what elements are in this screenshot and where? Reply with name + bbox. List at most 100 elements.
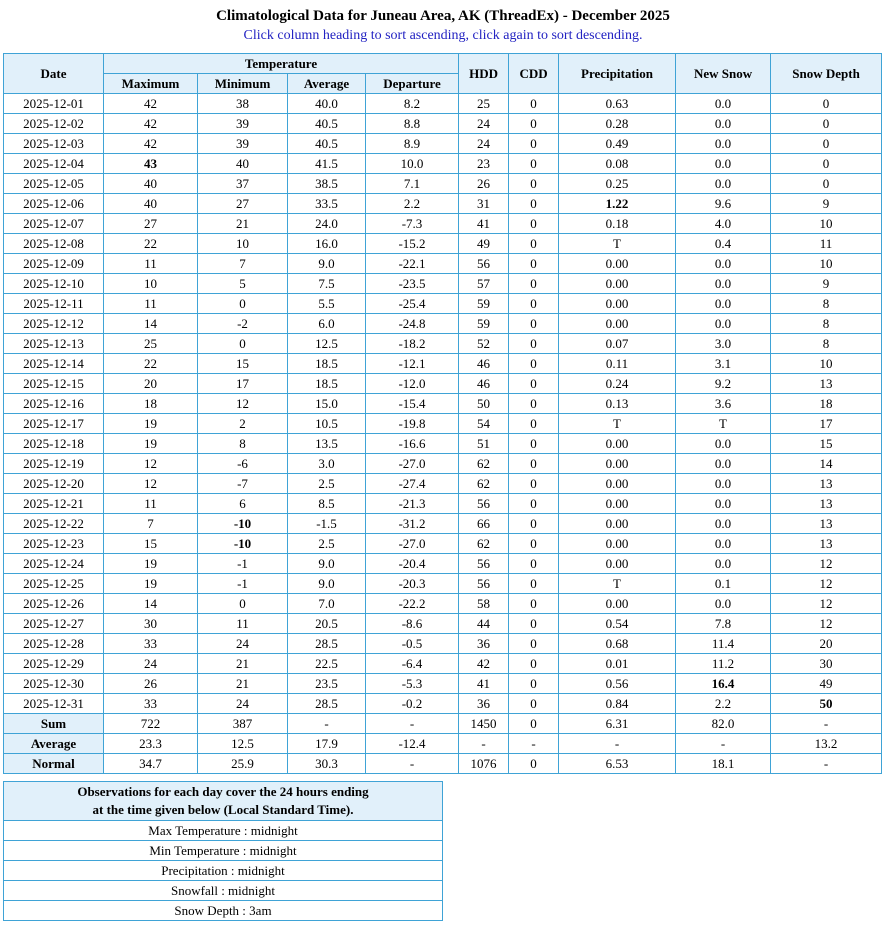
value-cell: 0: [509, 374, 559, 394]
value-cell: -12.4: [366, 734, 459, 754]
value-cell: 7.8: [676, 614, 771, 634]
col-header-new-snow[interactable]: New Snow: [676, 54, 771, 94]
value-cell: 38.5: [288, 174, 366, 194]
value-cell: 46: [459, 374, 509, 394]
table-row: 2025-12-211168.5-21.35600.000.013: [4, 494, 882, 514]
value-cell: 0.11: [559, 354, 676, 374]
value-cell: 0.49: [559, 134, 676, 154]
value-cell: 7.0: [288, 594, 366, 614]
value-cell: 10: [104, 274, 198, 294]
value-cell: 8.9: [366, 134, 459, 154]
value-cell: 0: [509, 454, 559, 474]
col-header-departure[interactable]: Departure: [366, 74, 459, 94]
value-cell: 27: [198, 194, 288, 214]
date-cell: 2025-12-13: [4, 334, 104, 354]
value-cell: 39: [198, 134, 288, 154]
col-header-minimum[interactable]: Minimum: [198, 74, 288, 94]
date-cell: 2025-12-30: [4, 674, 104, 694]
date-cell: 2025-12-09: [4, 254, 104, 274]
value-cell: 8.8: [366, 114, 459, 134]
value-cell: T: [559, 414, 676, 434]
value-cell: 9.0: [288, 554, 366, 574]
value-cell: 13.2: [771, 734, 882, 754]
table-row: 2025-12-1912-63.0-27.06200.000.014: [4, 454, 882, 474]
value-cell: 3.0: [676, 334, 771, 354]
value-cell: 82.0: [676, 714, 771, 734]
table-row: 2025-12-27301120.5-8.64400.547.812: [4, 614, 882, 634]
value-cell: 18.1: [676, 754, 771, 774]
value-cell: -1.5: [288, 514, 366, 534]
date-cell: 2025-12-20: [4, 474, 104, 494]
value-cell: 33: [104, 634, 198, 654]
value-cell: 0: [509, 714, 559, 734]
value-cell: -12.1: [366, 354, 459, 374]
value-cell: 42: [104, 134, 198, 154]
table-row: 2025-12-14221518.5-12.14600.113.110: [4, 354, 882, 374]
value-cell: 0: [509, 614, 559, 634]
value-cell: 0.0: [676, 594, 771, 614]
value-cell: 11.4: [676, 634, 771, 654]
value-cell: 15: [198, 354, 288, 374]
table-row: 2025-12-2315-102.5-27.06200.000.013: [4, 534, 882, 554]
value-cell: 0: [509, 634, 559, 654]
value-cell: 0.00: [559, 514, 676, 534]
value-cell: 0.84: [559, 694, 676, 714]
col-header-average[interactable]: Average: [288, 74, 366, 94]
value-cell: 31: [459, 194, 509, 214]
value-cell: 0.0: [676, 454, 771, 474]
value-cell: 0.0: [676, 94, 771, 114]
value-cell: 0.00: [559, 454, 676, 474]
value-cell: 0.56: [559, 674, 676, 694]
value-cell: 0.0: [676, 274, 771, 294]
value-cell: 0: [509, 694, 559, 714]
col-header-precipitation[interactable]: Precipitation: [559, 54, 676, 94]
value-cell: 21: [198, 674, 288, 694]
value-cell: 0.0: [676, 174, 771, 194]
col-header-date[interactable]: Date: [4, 54, 104, 94]
col-header-maximum[interactable]: Maximum: [104, 74, 198, 94]
col-header-cdd[interactable]: CDD: [509, 54, 559, 94]
value-cell: 58: [459, 594, 509, 614]
value-cell: 0: [509, 314, 559, 334]
date-cell: 2025-12-22: [4, 514, 104, 534]
value-cell: 40.5: [288, 134, 366, 154]
col-header-hdd[interactable]: HDD: [459, 54, 509, 94]
value-cell: -24.8: [366, 314, 459, 334]
value-cell: 17: [771, 414, 882, 434]
value-cell: 9: [771, 194, 882, 214]
observation-row: Min Temperature : midnight: [4, 841, 443, 861]
table-row: 2025-12-091179.0-22.15600.000.010: [4, 254, 882, 274]
observation-row: Snowfall : midnight: [4, 881, 443, 901]
observations-table-body: Max Temperature : midnightMin Temperatur…: [4, 821, 443, 921]
value-cell: -7.3: [366, 214, 459, 234]
value-cell: 0.0: [676, 134, 771, 154]
table-row: 2025-12-2012-72.5-27.46200.000.013: [4, 474, 882, 494]
value-cell: 10.0: [366, 154, 459, 174]
value-cell: 8.5: [288, 494, 366, 514]
value-cell: 22: [104, 354, 198, 374]
value-cell: 7: [198, 254, 288, 274]
value-cell: 6: [198, 494, 288, 514]
value-cell: 23: [459, 154, 509, 174]
value-cell: 0.0: [676, 434, 771, 454]
value-cell: 25: [104, 334, 198, 354]
value-cell: 0.00: [559, 474, 676, 494]
summary-row: Sum722387--145006.3182.0-: [4, 714, 882, 734]
observation-time-cell: Snow Depth : 3am: [4, 901, 443, 921]
value-cell: 0.00: [559, 554, 676, 574]
value-cell: 33.5: [288, 194, 366, 214]
value-cell: 24: [459, 114, 509, 134]
page-title: Climatological Data for Juneau Area, AK …: [3, 0, 883, 25]
value-cell: 0.1: [676, 574, 771, 594]
col-header-snow-depth[interactable]: Snow Depth: [771, 54, 882, 94]
value-cell: 11: [104, 294, 198, 314]
observation-row: Max Temperature : midnight: [4, 821, 443, 841]
value-cell: 0.0: [676, 534, 771, 554]
value-cell: 0: [509, 294, 559, 314]
value-cell: 1.22: [559, 194, 676, 214]
value-cell: 28.5: [288, 694, 366, 714]
value-cell: 20: [104, 374, 198, 394]
table-row: 2025-12-06402733.52.23101.229.69: [4, 194, 882, 214]
value-cell: 9.2: [676, 374, 771, 394]
table-row: 2025-12-03423940.58.92400.490.00: [4, 134, 882, 154]
